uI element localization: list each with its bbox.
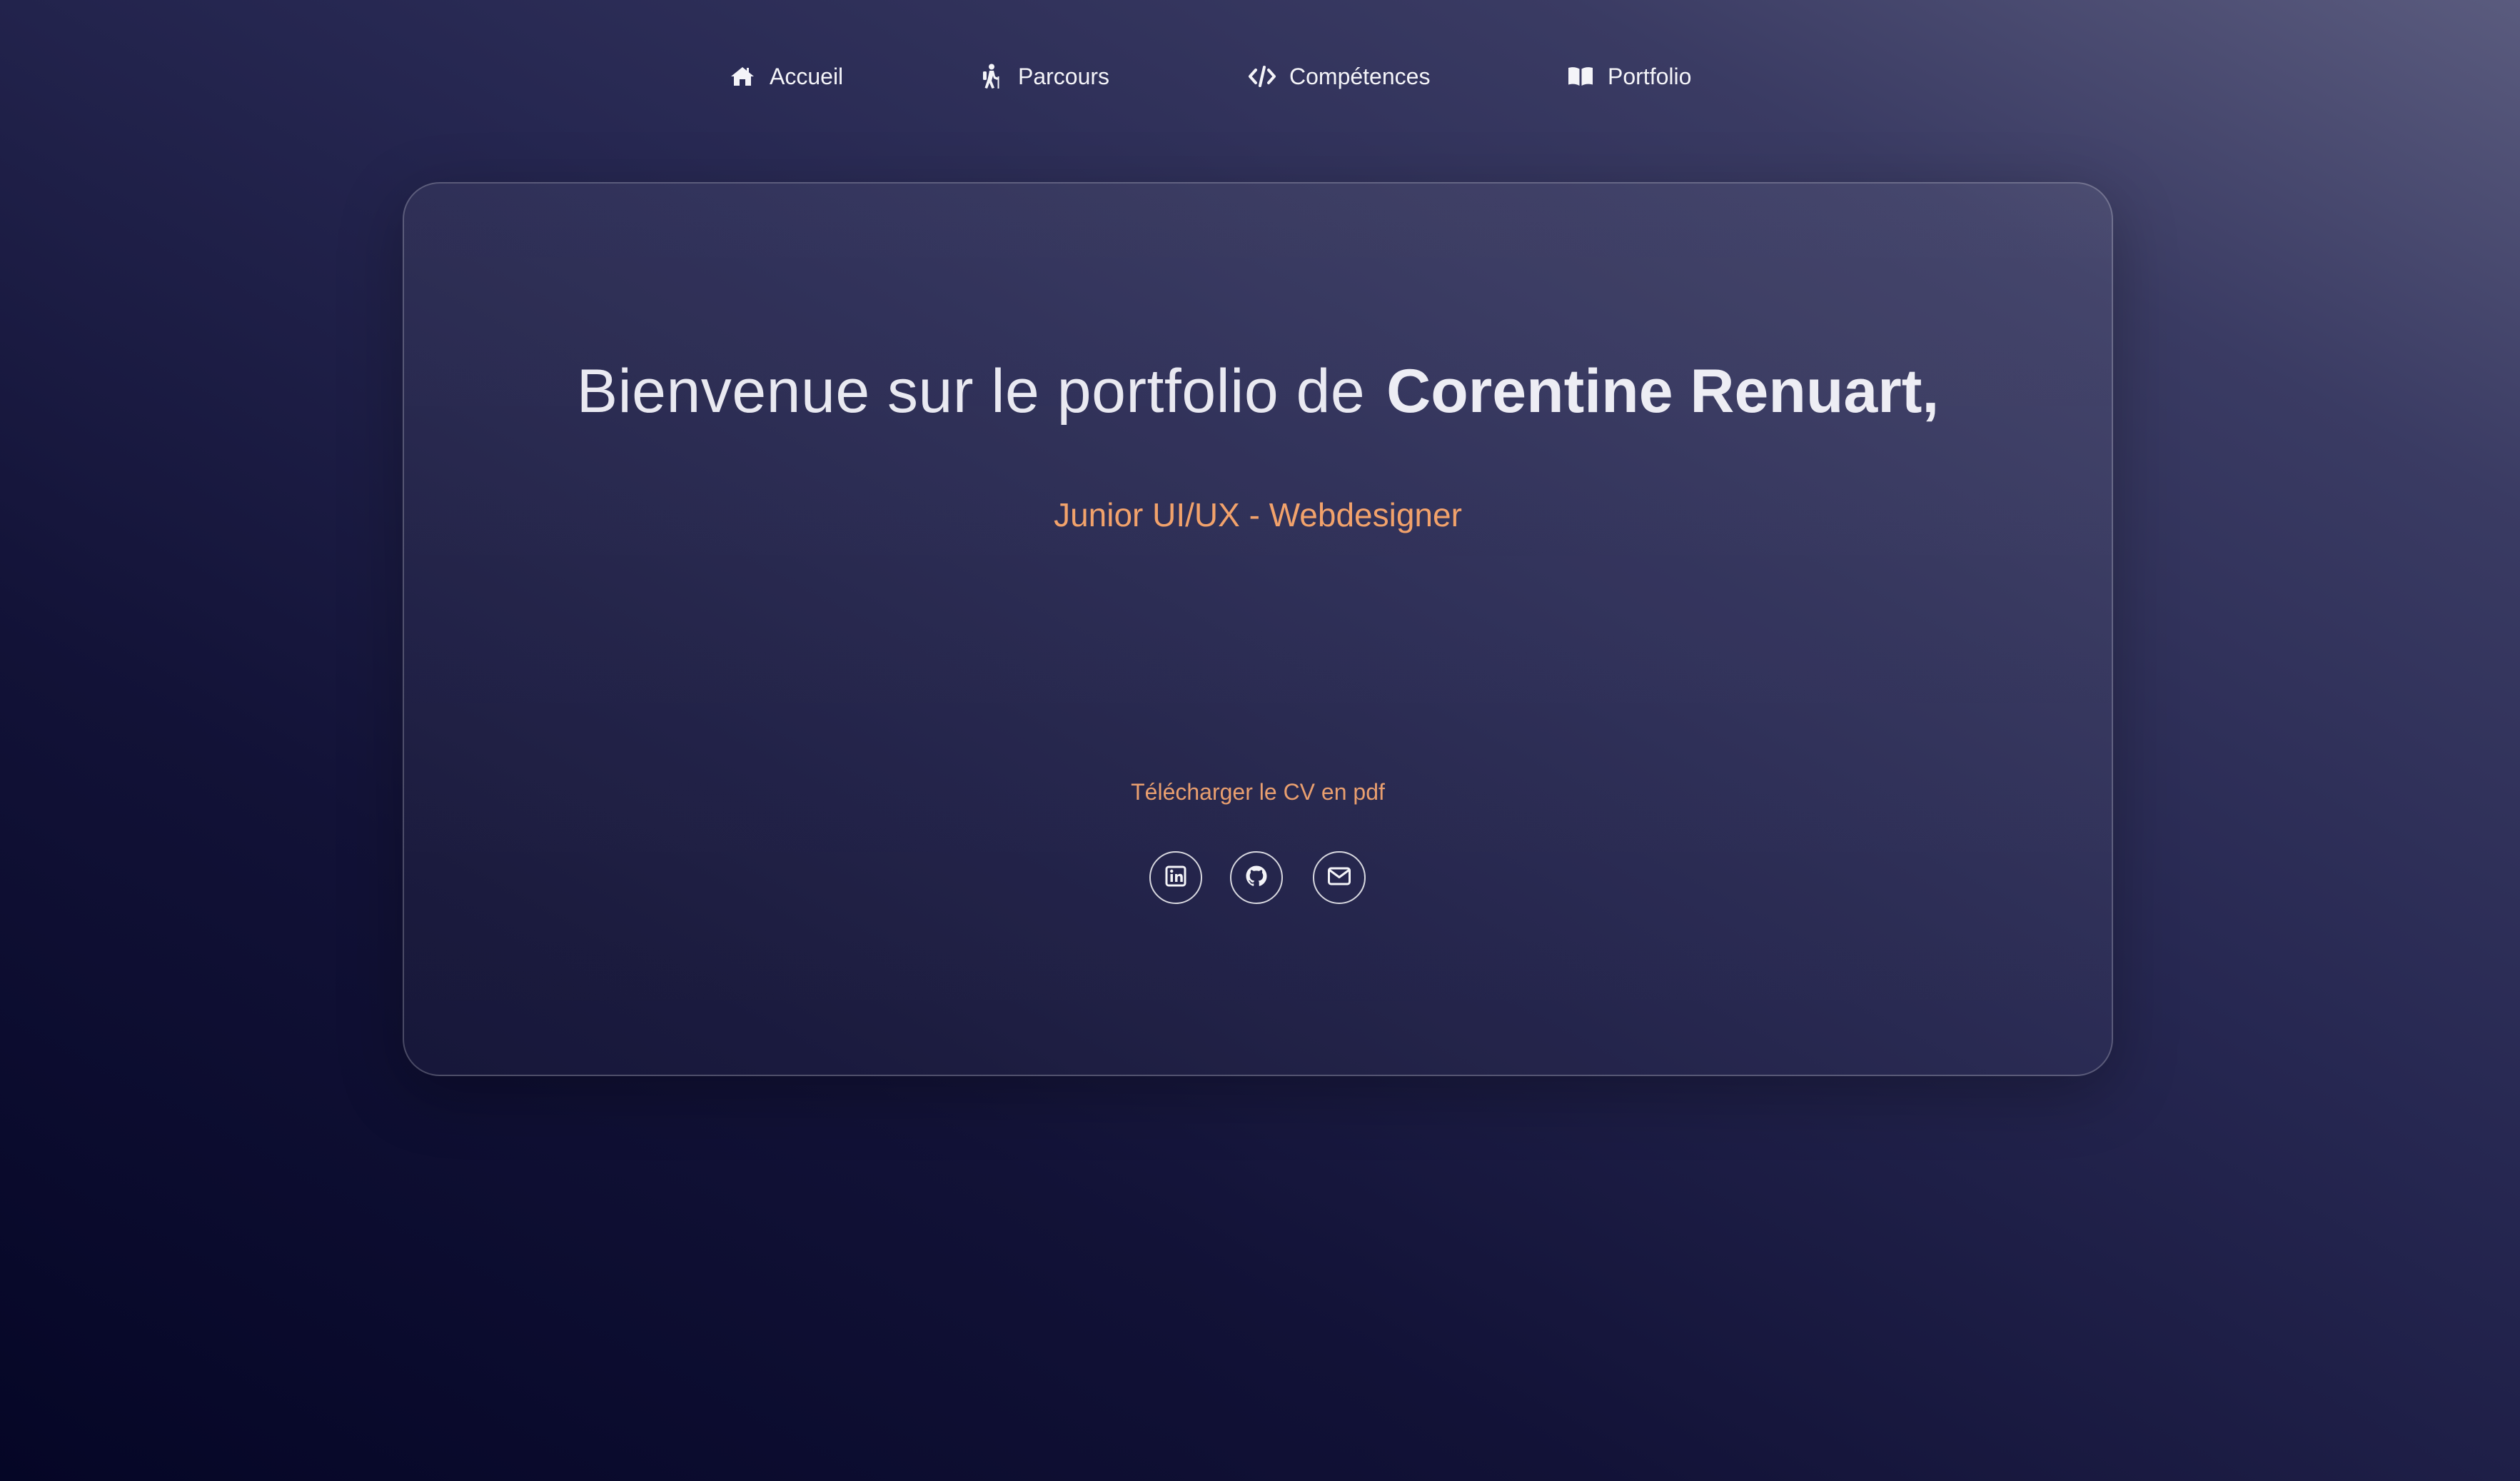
hero-card: Bienvenue sur le portfolio de Corentine … bbox=[403, 182, 2113, 1076]
linkedin-icon bbox=[1164, 865, 1187, 891]
social-links bbox=[404, 851, 2112, 908]
nav-item-label: Portfolio bbox=[1608, 63, 1692, 89]
email-icon bbox=[1327, 866, 1351, 890]
nav-item-competences[interactable]: Compétences bbox=[1248, 56, 1430, 97]
book-open-icon bbox=[1566, 62, 1595, 91]
nav-item-label: Compétences bbox=[1289, 63, 1431, 89]
hero-intro: Bienvenue sur le portfolio de bbox=[576, 357, 1366, 426]
linkedin-button[interactable] bbox=[1149, 851, 1202, 904]
nav-item-parcours[interactable]: Parcours bbox=[977, 56, 1109, 97]
nav-item-label: Parcours bbox=[1018, 63, 1110, 89]
hiking-icon bbox=[977, 62, 1005, 91]
github-button[interactable] bbox=[1230, 851, 1283, 904]
hero-subtitle: Junior UI/UX - Webdesigner bbox=[1054, 496, 1462, 533]
code-icon bbox=[1248, 62, 1276, 91]
main-nav: Accueil Parcours Compétences Portfolio bbox=[0, 56, 2520, 97]
nav-item-portfolio[interactable]: Portfolio bbox=[1566, 56, 1691, 97]
hero-name: Corentine Renuart, bbox=[1386, 357, 1940, 426]
hero-headline: Bienvenue sur le portfolio de Corentine … bbox=[404, 355, 2112, 428]
nav-item-accueil[interactable]: Accueil bbox=[728, 56, 843, 97]
email-button[interactable] bbox=[1313, 851, 1366, 904]
home-icon bbox=[728, 62, 757, 91]
download-cv-link[interactable]: Télécharger le CV en pdf bbox=[404, 779, 2112, 805]
github-icon bbox=[1244, 864, 1269, 892]
nav-item-label: Accueil bbox=[770, 63, 844, 89]
